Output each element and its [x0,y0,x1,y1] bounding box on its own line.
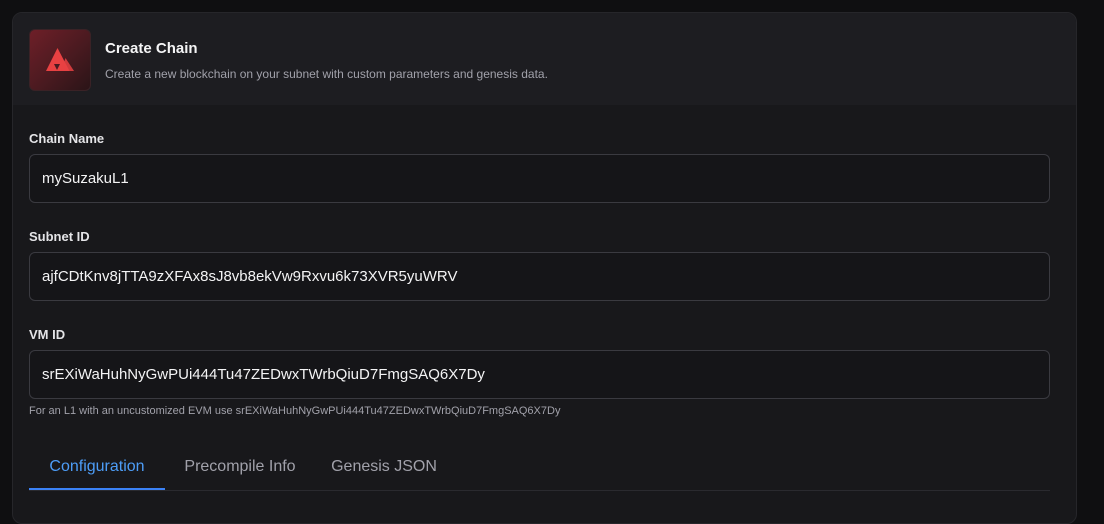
avalanche-logo-icon [29,29,91,91]
card-header: Create Chain Create a new blockchain on … [13,13,1076,105]
tab-bar: Configuration Precompile Info Genesis JS… [29,445,1050,491]
vm-id-input[interactable] [29,350,1050,399]
subnet-id-label: Subnet ID [29,229,90,244]
chain-name-label: Chain Name [29,131,105,146]
page-title: Create Chain [105,40,198,57]
tab-configuration[interactable]: Configuration [29,445,165,490]
create-chain-card: Create Chain Create a new blockchain on … [12,12,1077,524]
tab-genesis-json[interactable]: Genesis JSON [315,445,453,489]
page-description: Create a new blockchain on your subnet w… [105,67,548,81]
tab-precompile-info[interactable]: Precompile Info [165,445,315,489]
subnet-id-input[interactable] [29,252,1050,301]
vm-id-label: VM ID [29,327,66,342]
vm-id-hint: For an L1 with an uncustomized EVM use s… [29,405,561,417]
chain-name-input[interactable] [29,154,1050,203]
